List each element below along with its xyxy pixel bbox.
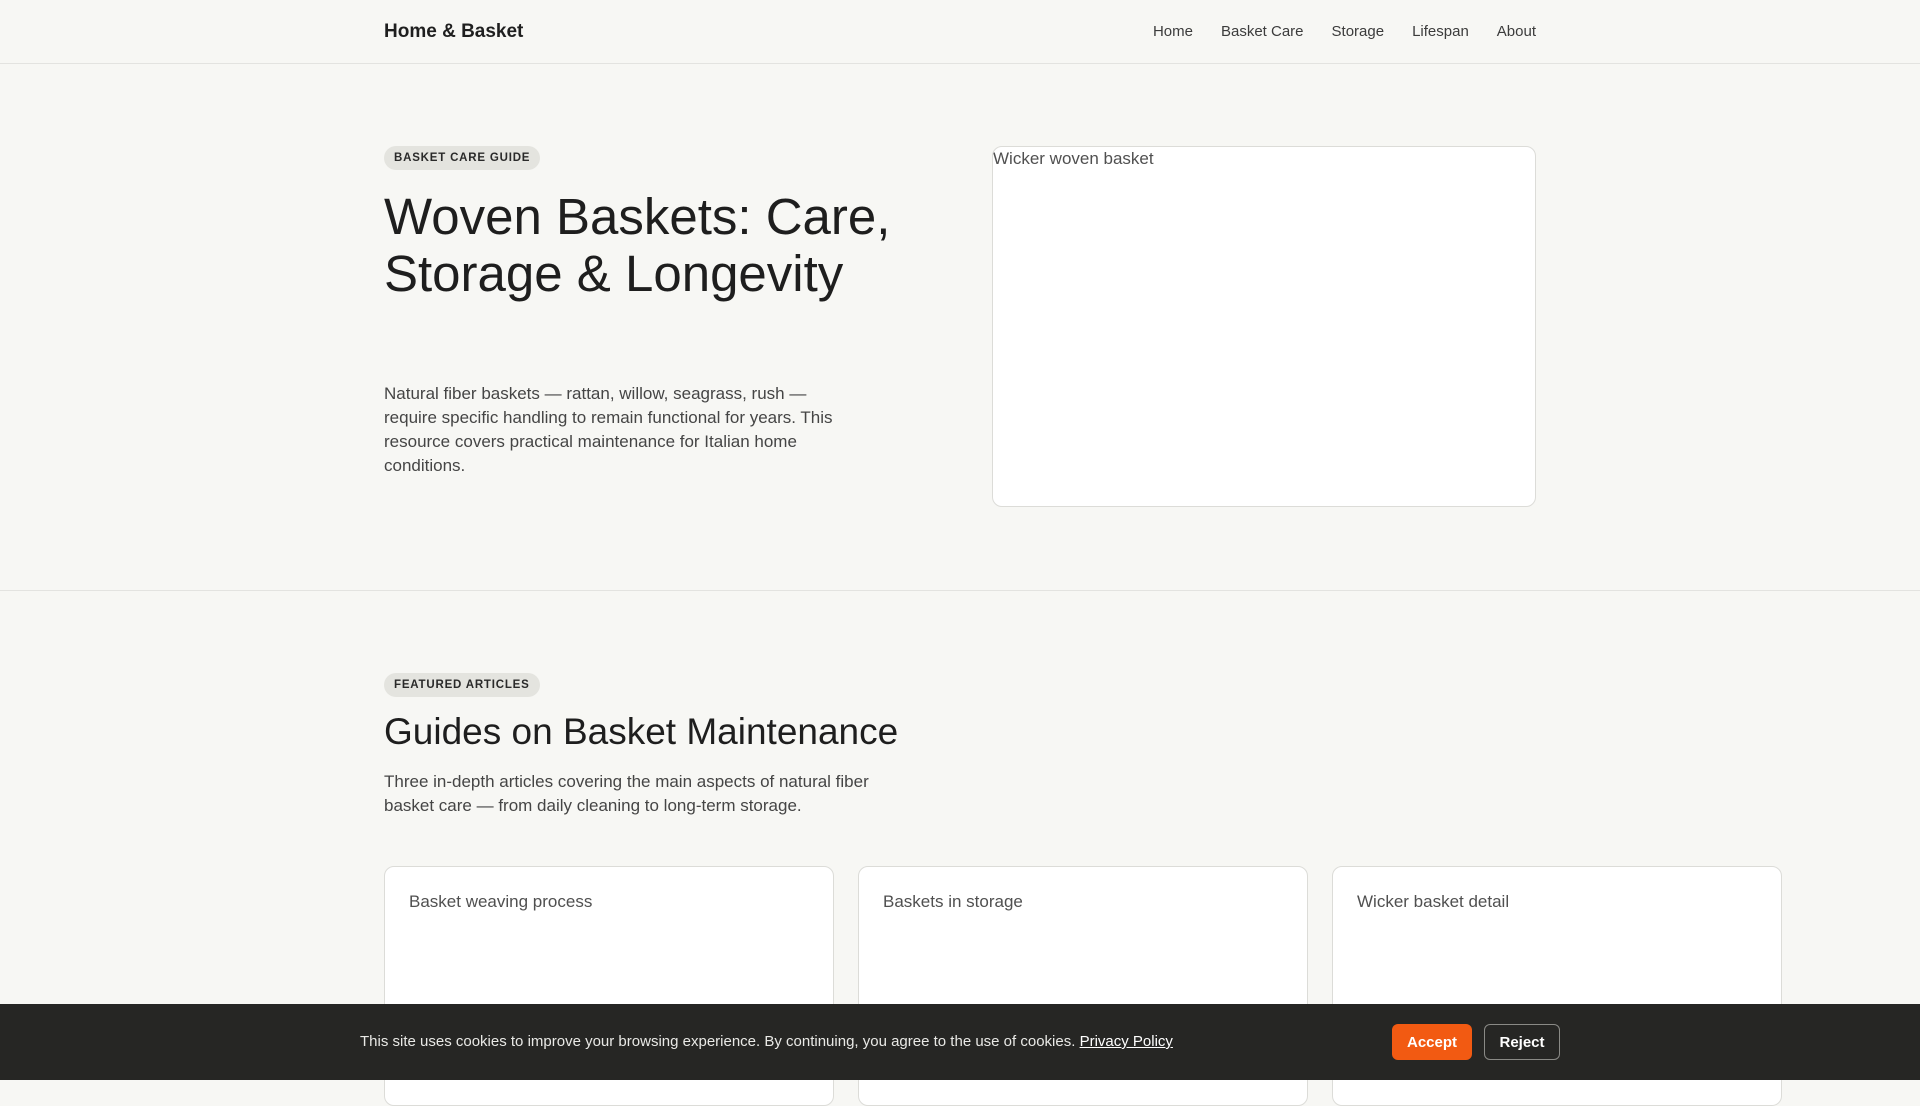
cookie-banner: This site uses cookies to improve your b…	[0, 1004, 1920, 1080]
featured-title: Guides on Basket Maintenance	[384, 711, 899, 752]
hero-description: Natural fiber baskets — rattan, willow, …	[384, 384, 833, 475]
card-image-alt-text: Wicker basket detail	[1357, 892, 1510, 911]
site-header: Home & Basket Home Basket Care Storage L…	[0, 0, 1920, 64]
nav-storage[interactable]: Storage	[1332, 23, 1385, 40]
hero-section: BASKET CARE GUIDE Woven Baskets: Care, S…	[0, 64, 1920, 591]
main-nav: Home Basket Care Storage Lifespan About	[1153, 23, 1536, 40]
featured-description: Three in-depth articles covering the mai…	[384, 772, 869, 815]
reject-cookies-button[interactable]: Reject	[1484, 1024, 1560, 1060]
hero-title: Woven Baskets: Care, Storage & Longevity	[384, 188, 891, 302]
nav-about[interactable]: About	[1497, 23, 1536, 40]
nav-lifespan[interactable]: Lifespan	[1412, 23, 1469, 40]
hero-badge: BASKET CARE GUIDE	[384, 146, 541, 170]
cookie-text: This site uses cookies to improve your b…	[360, 1033, 1076, 1050]
privacy-policy-link[interactable]: Privacy Policy	[1080, 1033, 1173, 1050]
accept-cookies-button[interactable]: Accept	[1392, 1024, 1472, 1060]
card-image-alt-text: Basket weaving process	[409, 892, 593, 911]
hero-image: Wicker woven basket	[992, 146, 1536, 507]
featured-badge: FEATURED ARTICLES	[384, 673, 540, 697]
hero-image-alt-text: Wicker woven basket	[993, 149, 1154, 168]
cookie-message: This site uses cookies to improve your b…	[360, 1033, 1173, 1050]
site-brand[interactable]: Home & Basket	[384, 21, 523, 43]
nav-home[interactable]: Home	[1153, 23, 1193, 40]
nav-basket-care[interactable]: Basket Care	[1221, 23, 1304, 40]
card-image-alt-text: Baskets in storage	[883, 892, 1023, 911]
